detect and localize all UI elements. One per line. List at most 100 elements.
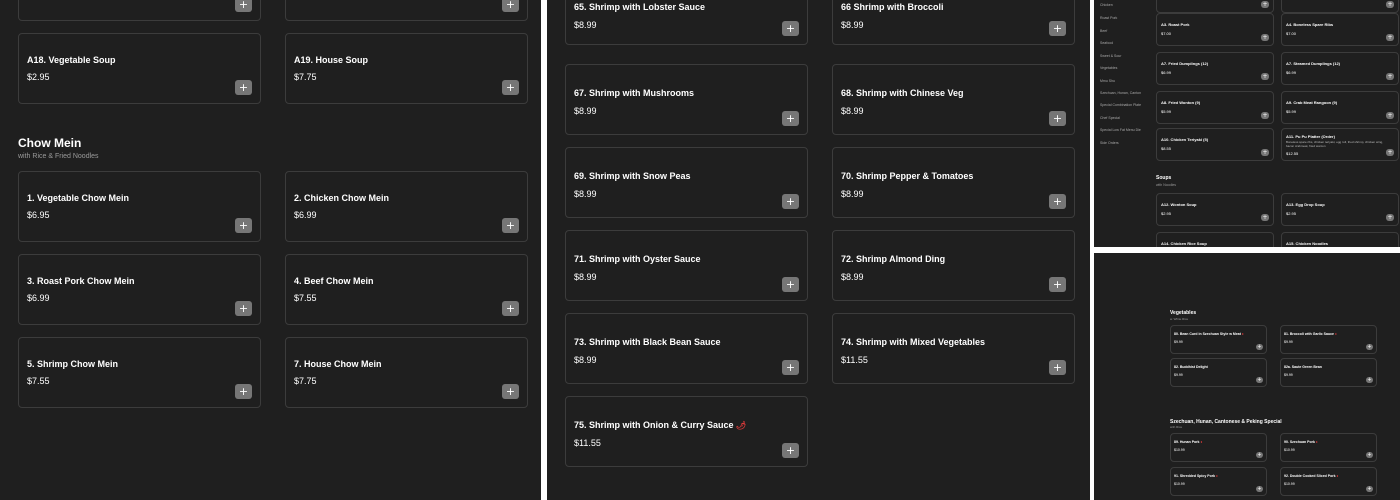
menu-item-card[interactable]: A3. Roast Pork $7.00 +	[1156, 13, 1274, 46]
add-icon[interactable]: +	[1261, 214, 1269, 221]
menu-item-price: $6.99	[1161, 70, 1172, 75]
menu-item-card-partial[interactable]: +	[285, 0, 528, 21]
add-icon[interactable]: +	[1256, 452, 1263, 458]
sidebar-item[interactable]: Special Combination Plate	[1100, 103, 1141, 107]
add-icon[interactable]: +	[1049, 277, 1066, 292]
add-icon[interactable]: +	[1261, 112, 1269, 119]
menu-item-card[interactable]: A7. Steamed Dumplings (12) $6.99 +	[1281, 52, 1399, 85]
menu-item-card[interactable]: 89. Hunan Pork ♦ $10.99 +	[1170, 433, 1267, 462]
add-icon[interactable]: +	[1386, 149, 1394, 156]
menu-item-card[interactable]: 2. Chicken Chow Mein $6.99 +	[285, 171, 528, 242]
menu-item-card[interactable]: +	[1281, 0, 1399, 13]
sidebar-item[interactable]: Chicken	[1100, 3, 1113, 7]
add-icon[interactable]: +	[782, 21, 799, 36]
menu-item-card[interactable]: 82a. Saute Green Bean $9.99 +	[1280, 358, 1377, 387]
add-icon[interactable]: +	[1256, 377, 1263, 383]
sidebar-item[interactable]: Roast Pork	[1100, 16, 1117, 20]
add-icon[interactable]: +	[235, 301, 252, 316]
add-icon[interactable]: +	[1386, 1, 1394, 8]
menu-item-card[interactable]: 82. Buddhist Delight $9.99 +	[1170, 358, 1267, 387]
add-icon[interactable]: +	[1386, 34, 1394, 41]
menu-item-card[interactable]: 69. Shrimp with Snow Peas $8.99 +	[565, 147, 808, 218]
menu-item-card[interactable]: 91. Shredded Spicy Pork ♦ $10.99 +	[1170, 467, 1267, 496]
sidebar-item[interactable]: Seafood	[1100, 41, 1113, 45]
menu-item-card[interactable]: A9. Crab Meat Rangoon (9) $5.99 +	[1281, 91, 1399, 124]
menu-item-card[interactable]: 65. Shrimp with Lobster Sauce $8.99 +	[565, 0, 808, 45]
add-icon[interactable]: +	[1049, 194, 1066, 209]
add-icon[interactable]: +	[1386, 112, 1394, 119]
add-icon[interactable]: +	[235, 384, 252, 399]
menu-item-card[interactable]: 67. Shrimp with Mushrooms $8.99 +	[565, 64, 808, 135]
add-icon[interactable]: +	[1049, 360, 1066, 375]
add-icon[interactable]: +	[502, 301, 519, 316]
add-icon[interactable]: +	[235, 218, 252, 233]
menu-item-card[interactable]: 90. Szechuan Pork ♦ $10.99 +	[1280, 433, 1377, 462]
sidebar-item[interactable]: Vegetables	[1100, 66, 1117, 70]
menu-item-card-partial[interactable]: +	[18, 0, 261, 21]
menu-item-card[interactable]: 80. Bean Curd in Szechuan Style w Meat ♦…	[1170, 325, 1267, 354]
menu-item-card[interactable]: 68. Shrimp with Chinese Veg $8.99 +	[832, 64, 1075, 135]
add-icon[interactable]: +	[1256, 486, 1263, 492]
menu-item-card[interactable]: A10. Chicken Teriyaki (5) $8.55 +	[1156, 128, 1274, 161]
menu-item-card[interactable]: A8. Fried Wonton (9) $5.99 +	[1156, 91, 1274, 124]
add-icon[interactable]: +	[1261, 73, 1269, 80]
add-icon[interactable]: +	[1366, 452, 1373, 458]
add-icon[interactable]: +	[1386, 214, 1394, 221]
add-icon[interactable]: +	[1261, 1, 1269, 8]
add-icon[interactable]: +	[782, 277, 799, 292]
add-icon[interactable]: +	[782, 360, 799, 375]
sidebar-item[interactable]: Beef	[1100, 29, 1107, 33]
add-icon[interactable]: +	[1261, 149, 1269, 156]
sidebar-item[interactable]: Special Low Fat Menu Die	[1100, 128, 1141, 132]
sidebar-item[interactable]: Chef Special	[1100, 116, 1120, 120]
add-icon[interactable]: +	[1386, 73, 1394, 80]
menu-item-card[interactable]: A7. Fried Dumplings (12) $6.99 +	[1156, 52, 1274, 85]
menu-item-card[interactable]: 1. Vegetable Chow Mein $6.95 +	[18, 171, 261, 242]
menu-item-card[interactable]: A14. Chicken Rice Soup	[1156, 232, 1274, 247]
menu-item-card[interactable]: 74. Shrimp with Mixed Vegetables $11.55 …	[832, 313, 1075, 384]
add-icon[interactable]: +	[1366, 377, 1373, 383]
menu-item-card[interactable]: A13. Egg Drop Soup $2.95 +	[1281, 193, 1399, 226]
add-icon[interactable]: +	[1049, 111, 1066, 126]
menu-item-name: A7. Steamed Dumplings (12)	[1286, 61, 1341, 66]
menu-item-card[interactable]: A15. Chicken Noodles	[1281, 232, 1399, 247]
add-icon[interactable]: +	[782, 194, 799, 209]
menu-item-card[interactable]: 92. Double Cooked Sliced Pork ♦ $10.99 +	[1280, 467, 1377, 496]
menu-item-card[interactable]: A4. Boneless Spare Ribs $7.00 +	[1281, 13, 1399, 46]
add-icon[interactable]: +	[502, 80, 519, 95]
menu-item-card[interactable]: 4. Beef Chow Mein $7.55 +	[285, 254, 528, 325]
add-icon[interactable]: +	[1261, 34, 1269, 41]
add-icon[interactable]: +	[1366, 486, 1373, 492]
menu-item-card[interactable]: A12. Wonton Soup $2.95 +	[1156, 193, 1274, 226]
menu-item-card[interactable]: A11. Pu Pu Platter (Order) Boneless spar…	[1281, 128, 1399, 161]
menu-item-card[interactable]: A18. Vegetable Soup $2.95 +	[18, 33, 261, 104]
add-icon[interactable]: +	[502, 218, 519, 233]
add-icon[interactable]: +	[502, 0, 519, 12]
add-icon[interactable]: +	[782, 111, 799, 126]
menu-item-card[interactable]: 3. Roast Pork Chow Mein $6.99 +	[18, 254, 261, 325]
menu-item-card[interactable]: 7. House Chow Mein $7.75 +	[285, 337, 528, 408]
menu-item-card[interactable]: 66 Shrimp with Broccoli $8.99 +	[832, 0, 1075, 45]
add-icon[interactable]: +	[1256, 344, 1263, 350]
sidebar-item[interactable]: Mmu Shu	[1100, 79, 1115, 83]
add-icon[interactable]: +	[782, 443, 799, 458]
menu-item-card[interactable]: 71. Shrimp with Oyster Sauce $8.99 +	[565, 230, 808, 301]
hot-icon: ♦	[1336, 474, 1339, 478]
menu-item-card[interactable]: A19. House Soup $7.75 +	[285, 33, 528, 104]
sidebar-item[interactable]: Szechuan, Hunan, Canton	[1100, 91, 1141, 95]
menu-item-card[interactable]: 73. Shrimp with Black Bean Sauce $8.99 +	[565, 313, 808, 384]
menu-item-card[interactable]: 72. Shrimp Almond Ding $8.99 +	[832, 230, 1075, 301]
add-icon[interactable]: +	[235, 80, 252, 95]
add-icon[interactable]: +	[235, 0, 252, 12]
menu-item-card[interactable]: 75. Shrimp with Onion & Curry Sauce 🌶 $1…	[565, 396, 808, 467]
menu-item-card[interactable]: 81. Broccoli with Garlic Sauce ♦ $9.99 +	[1280, 325, 1377, 354]
sidebar-item[interactable]: Side Orders	[1100, 141, 1119, 145]
sidebar-item[interactable]: Sweet & Sour	[1100, 54, 1121, 58]
menu-item-card[interactable]: +	[1156, 0, 1274, 13]
menu-item-card[interactable]: 5. Shrimp Chow Mein $7.55 +	[18, 337, 261, 408]
menu-item-price: $8.99	[841, 106, 864, 116]
add-icon[interactable]: +	[502, 384, 519, 399]
add-icon[interactable]: +	[1049, 21, 1066, 36]
add-icon[interactable]: +	[1366, 344, 1373, 350]
menu-item-card[interactable]: 70. Shrimp Pepper & Tomatoes $8.99 +	[832, 147, 1075, 218]
